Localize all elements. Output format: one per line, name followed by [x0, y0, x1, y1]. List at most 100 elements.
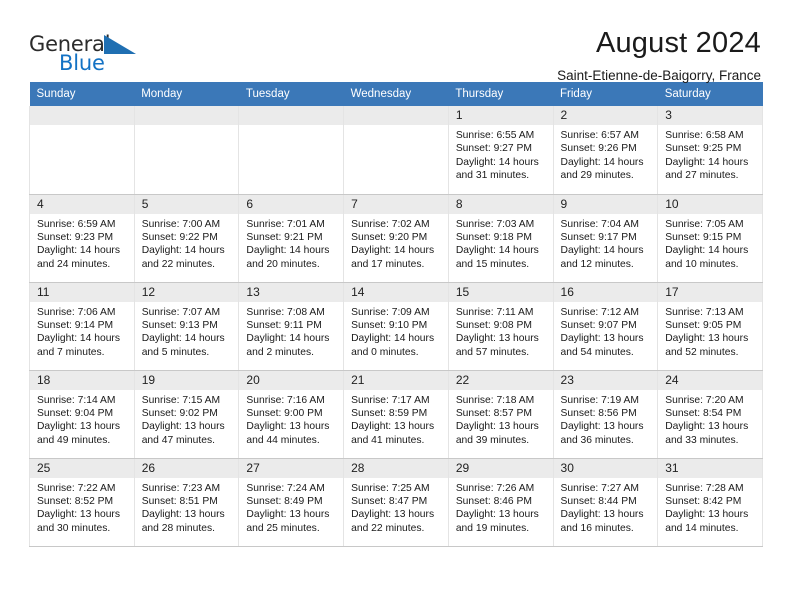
day-details: Sunrise: 7:18 AM Sunset: 8:57 PM Daylight:…	[449, 390, 553, 448]
calendar-day-cell[interactable]: 16 Sunrise: 7:12 AM Sunset: 9:07 PM Dayligh…	[553, 282, 659, 371]
calendar-day-cell[interactable]: 10 Sunrise: 7:05 AM Sunset: 9:15 PM Dayligh…	[657, 194, 763, 283]
day-number: 15	[448, 282, 553, 302]
day-number: 30	[553, 458, 658, 478]
day-number: 20	[239, 370, 344, 390]
calendar-day-cell[interactable]: 9 Sunrise: 7:04 AM Sunset: 9:17 PM Daylight…	[553, 194, 659, 283]
daylight-duration-line1: Daylight: 13 hours	[455, 509, 539, 521]
calendar-day-cell[interactable]: 23 Sunrise: 7:19 AM Sunset: 8:56 PM Dayligh…	[553, 370, 659, 459]
daylight-duration-line1: Daylight: 14 hours	[665, 156, 749, 168]
sunrise-time: Sunrise: 7:23 AM	[141, 482, 221, 494]
daylight-duration-line1: Daylight: 13 hours	[351, 509, 435, 521]
weekday-header-saturday: Saturday	[657, 82, 763, 106]
calendar-day-cell[interactable]: 13 Sunrise: 7:08 AM Sunset: 9:11 PM Dayligh…	[238, 282, 345, 371]
day-details: Sunrise: 7:15 AM Sunset: 9:02 PM Daylight:…	[135, 390, 239, 448]
day-details: Sunrise: 6:55 AM Sunset: 9:27 PM Daylight:…	[449, 125, 553, 183]
sunset-time: Sunset: 8:52 PM	[37, 495, 114, 507]
calendar-day-cell[interactable]: 31 Sunrise: 7:28 AM Sunset: 8:42 PM Dayligh…	[657, 458, 763, 547]
daylight-duration-line1: Daylight: 13 hours	[246, 421, 330, 433]
calendar-day-cell[interactable]: 6 Sunrise: 7:01 AM Sunset: 9:21 PM Daylight…	[238, 194, 345, 283]
calendar-day-cell[interactable]: 27 Sunrise: 7:24 AM Sunset: 8:49 PM Dayligh…	[238, 458, 345, 547]
sunset-time: Sunset: 9:23 PM	[37, 231, 114, 243]
calendar-day-cell[interactable]: 12 Sunrise: 7:07 AM Sunset: 9:13 PM Dayligh…	[134, 282, 240, 371]
day-details: Sunrise: 7:23 AM Sunset: 8:51 PM Daylight:…	[135, 478, 239, 536]
day-number: 25	[30, 458, 134, 478]
day-details: Sunrise: 7:04 AM Sunset: 9:17 PM Daylight:…	[554, 214, 658, 272]
calendar-day-cell[interactable]: 14 Sunrise: 7:09 AM Sunset: 9:10 PM Dayligh…	[343, 282, 449, 371]
calendar-day-cell[interactable]: 30 Sunrise: 7:27 AM Sunset: 8:44 PM Dayligh…	[553, 458, 659, 547]
calendar-day-cell[interactable]: 8 Sunrise: 7:03 AM Sunset: 9:18 PM Daylight…	[448, 194, 554, 283]
sunset-time: Sunset: 9:07 PM	[560, 319, 637, 331]
daylight-duration-line2: and 16 minutes.	[560, 522, 634, 534]
daylight-duration-line2: and 36 minutes.	[560, 434, 634, 446]
daylight-duration-line1: Daylight: 14 hours	[455, 245, 539, 257]
day-details: Sunrise: 7:24 AM Sunset: 8:49 PM Daylight:…	[239, 478, 343, 536]
calendar-day-cell[interactable]: 20 Sunrise: 7:16 AM Sunset: 9:00 PM Dayligh…	[238, 370, 345, 459]
calendar-day-cell[interactable]: 22 Sunrise: 7:18 AM Sunset: 8:57 PM Dayligh…	[448, 370, 554, 459]
daylight-duration-line1: Daylight: 14 hours	[665, 245, 749, 257]
sunset-time: Sunset: 9:21 PM	[246, 231, 323, 243]
daylight-duration-line2: and 39 minutes.	[455, 434, 530, 446]
calendar-day-cell[interactable]: 4 Sunrise: 6:59 AM Sunset: 9:23 PM Daylight…	[29, 194, 135, 283]
sunrise-time: Sunrise: 6:58 AM	[665, 130, 744, 141]
day-number: 9	[553, 194, 658, 214]
sunset-time: Sunset: 9:17 PM	[560, 231, 637, 243]
calendar-header-row: Sunday Monday Tuesday Wednesday Thursday…	[29, 82, 763, 106]
day-details: Sunrise: 7:13 AM Sunset: 9:05 PM Daylight:…	[658, 302, 762, 360]
calendar-day-cell[interactable]: 21 Sunrise: 7:17 AM Sunset: 8:59 PM Dayligh…	[343, 370, 449, 459]
calendar-day-cell[interactable]: 19 Sunrise: 7:15 AM Sunset: 9:02 PM Dayligh…	[134, 370, 240, 459]
day-details: Sunrise: 7:00 AM Sunset: 9:22 PM Daylight:…	[135, 214, 239, 272]
daylight-duration-line2: and 7 minutes.	[37, 346, 105, 358]
calendar-day-cell[interactable]: 24 Sunrise: 7:20 AM Sunset: 8:54 PM Dayligh…	[657, 370, 763, 459]
sunset-time: Sunset: 9:10 PM	[351, 319, 428, 331]
daylight-duration-line2: and 47 minutes.	[141, 434, 215, 446]
page-subtitle: Saint-Etienne-de-Baigorry, France	[557, 68, 761, 83]
daylight-duration-line2: and 22 minutes.	[351, 522, 425, 534]
daylight-duration-line1: Daylight: 13 hours	[246, 509, 330, 521]
calendar-day-cell[interactable]: 7 Sunrise: 7:02 AM Sunset: 9:20 PM Daylight…	[343, 194, 449, 283]
calendar-day-cell[interactable]: 26 Sunrise: 7:23 AM Sunset: 8:51 PM Dayligh…	[134, 458, 240, 547]
calendar-day-cell[interactable]: 15 Sunrise: 7:11 AM Sunset: 9:08 PM Dayligh…	[448, 282, 554, 371]
calendar-day-cell[interactable]: 17 Sunrise: 7:13 AM Sunset: 9:05 PM Dayligh…	[657, 282, 763, 371]
daylight-duration-line1: Daylight: 13 hours	[141, 421, 225, 433]
blue-triangle-icon	[104, 35, 136, 54]
sunrise-time: Sunrise: 7:01 AM	[246, 218, 325, 230]
calendar-day-cell[interactable]: 25 Sunrise: 7:22 AM Sunset: 8:52 PM Dayligh…	[29, 458, 135, 547]
calendar-week-row: 18 Sunrise: 7:14 AM Sunset: 9:04 PM Dayligh…	[29, 370, 763, 459]
sunrise-time: Sunrise: 6:59 AM	[37, 218, 116, 230]
daylight-duration-line2: and 44 minutes.	[246, 434, 320, 446]
daylight-duration-line1: Daylight: 14 hours	[560, 156, 644, 168]
day-details: Sunrise: 7:08 AM Sunset: 9:11 PM Daylight:…	[239, 302, 343, 360]
daylight-duration-line1: Daylight: 13 hours	[665, 509, 749, 521]
sunrise-time: Sunrise: 6:55 AM	[455, 130, 535, 141]
day-number: 4	[30, 194, 134, 214]
daylight-duration-line2: and 52 minutes.	[665, 346, 739, 358]
day-number: 27	[239, 458, 344, 478]
weekday-header-wednesday: Wednesday	[343, 82, 449, 106]
calendar-day-cell[interactable]: 18 Sunrise: 7:14 AM Sunset: 9:04 PM Dayligh…	[29, 370, 135, 459]
sunrise-time: Sunrise: 7:18 AM	[455, 394, 535, 406]
calendar-day-cell[interactable]: 29 Sunrise: 7:26 AM Sunset: 8:46 PM Dayligh…	[448, 458, 554, 547]
day-number	[30, 106, 134, 125]
sunrise-time: Sunrise: 7:11 AM	[455, 306, 534, 318]
calendar-day-cell[interactable]: 1 Sunrise: 6:55 AM Sunset: 9:27 PM Daylight…	[448, 106, 554, 195]
sunset-time: Sunset: 9:04 PM	[37, 407, 114, 419]
sunset-time: Sunset: 9:02 PM	[141, 407, 218, 419]
daylight-duration-line1: Daylight: 14 hours	[246, 333, 330, 345]
calendar-day-cell[interactable]: 11 Sunrise: 7:06 AM Sunset: 9:14 PM Dayligh…	[29, 282, 135, 371]
day-number: 7	[344, 194, 448, 214]
sunrise-time: Sunrise: 7:02 AM	[351, 218, 430, 230]
calendar-day-cell[interactable]: 5 Sunrise: 7:00 AM Sunset: 9:22 PM Daylight…	[134, 194, 240, 283]
daylight-duration-line2: and 20 minutes.	[246, 258, 320, 270]
calendar-day-cell[interactable]: 28 Sunrise: 7:25 AM Sunset: 8:47 PM Dayligh…	[343, 458, 449, 547]
sunset-time: Sunset: 8:54 PM	[665, 407, 742, 419]
daylight-duration-line2: and 22 minutes.	[141, 258, 215, 270]
day-number: 28	[344, 458, 448, 478]
calendar-day-cell[interactable]: 2 Sunrise: 6:57 AM Sunset: 9:26 PM Daylight…	[553, 106, 659, 195]
calendar-day-cell[interactable]: 3 Sunrise: 6:58 AM Sunset: 9:25 PM Daylight…	[657, 106, 763, 195]
daylight-duration-line2: and 30 minutes.	[37, 522, 111, 534]
sunrise-time: Sunrise: 7:16 AM	[246, 394, 325, 406]
day-details: Sunrise: 7:06 AM Sunset: 9:14 PM Daylight:…	[30, 302, 134, 360]
sunrise-time: Sunrise: 7:05 AM	[665, 218, 744, 230]
sunrise-time: Sunrise: 7:27 AM	[560, 482, 639, 494]
sunrise-time: Sunrise: 7:26 AM	[455, 482, 535, 494]
